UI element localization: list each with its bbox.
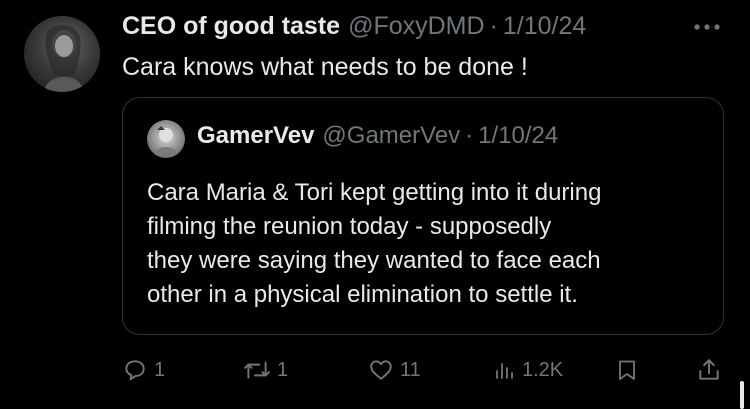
views-count: 1.2K: [522, 358, 564, 381]
repost-count: 1: [277, 358, 289, 381]
tweet-date[interactable]: 1/10/24: [503, 12, 586, 41]
quoted-text-line: they were saying they wanted to face eac…: [147, 247, 601, 274]
views-icon: [492, 357, 516, 383]
quoted-text-line: other in a physical elimination to settl…: [147, 281, 578, 308]
action-bar: 1 1 11 1.2K: [0, 352, 750, 388]
quoted-text-line: filming the reunion today - supposedly: [147, 213, 552, 240]
scrollbar[interactable]: [740, 381, 744, 409]
tweet[interactable]: CEO of good taste @FoxyDMD · 1/10/24 Car…: [0, 0, 750, 409]
author-handle[interactable]: @FoxyDMD: [348, 12, 485, 41]
like-icon: [368, 357, 394, 383]
quoted-text: Cara Maria & Tori kept getting into it d…: [147, 176, 707, 312]
quoted-date: 1/10/24: [478, 122, 559, 149]
quoted-separator: ·: [465, 122, 474, 149]
quoted-handle: @GamerVev: [322, 122, 461, 149]
repost-icon: [243, 357, 271, 383]
reply-icon: [122, 357, 148, 383]
like-count: 11: [400, 358, 421, 381]
bookmark-button[interactable]: [615, 352, 639, 388]
quoted-display-name: GamerVev: [197, 122, 315, 149]
like-button[interactable]: 11: [368, 352, 421, 388]
bookmark-icon: [615, 357, 639, 383]
reply-count: 1: [154, 358, 166, 381]
share-icon: [696, 357, 722, 383]
quoted-tweet[interactable]: GamerVev @GamerVev · 1/10/24 Cara Maria …: [122, 97, 724, 335]
quoted-author-avatar: [147, 120, 185, 158]
quoted-text-line: Cara Maria & Tori kept getting into it d…: [147, 179, 602, 206]
tweet-text: Cara knows what needs to be done !: [122, 53, 528, 81]
share-button[interactable]: [696, 352, 722, 388]
views-button[interactable]: 1.2K: [492, 352, 563, 388]
author-display-name[interactable]: CEO of good taste: [122, 12, 340, 41]
repost-button[interactable]: 1: [243, 352, 288, 388]
reply-button[interactable]: 1: [122, 352, 165, 388]
header-separator: ·: [489, 12, 498, 40]
more-icon[interactable]: [690, 14, 724, 40]
quoted-header: GamerVev @GamerVev · 1/10/24: [197, 122, 558, 150]
author-avatar[interactable]: [24, 16, 100, 92]
tweet-header: CEO of good taste @FoxyDMD · 1/10/24: [122, 12, 586, 46]
